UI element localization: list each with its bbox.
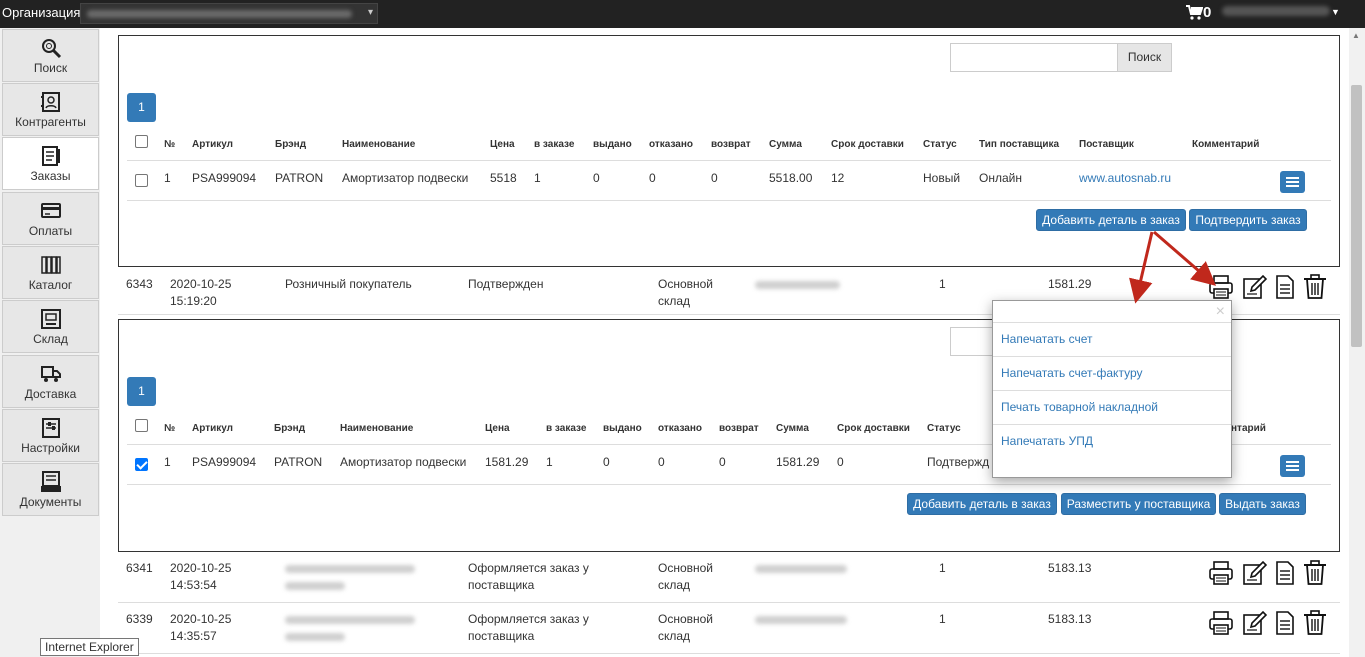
annotation-arrow [1129,231,1154,304]
browser-tooltip: Internet Explorer [40,638,139,656]
annotation-arrow [1153,230,1217,286]
annotation-arrows [1129,230,1217,304]
